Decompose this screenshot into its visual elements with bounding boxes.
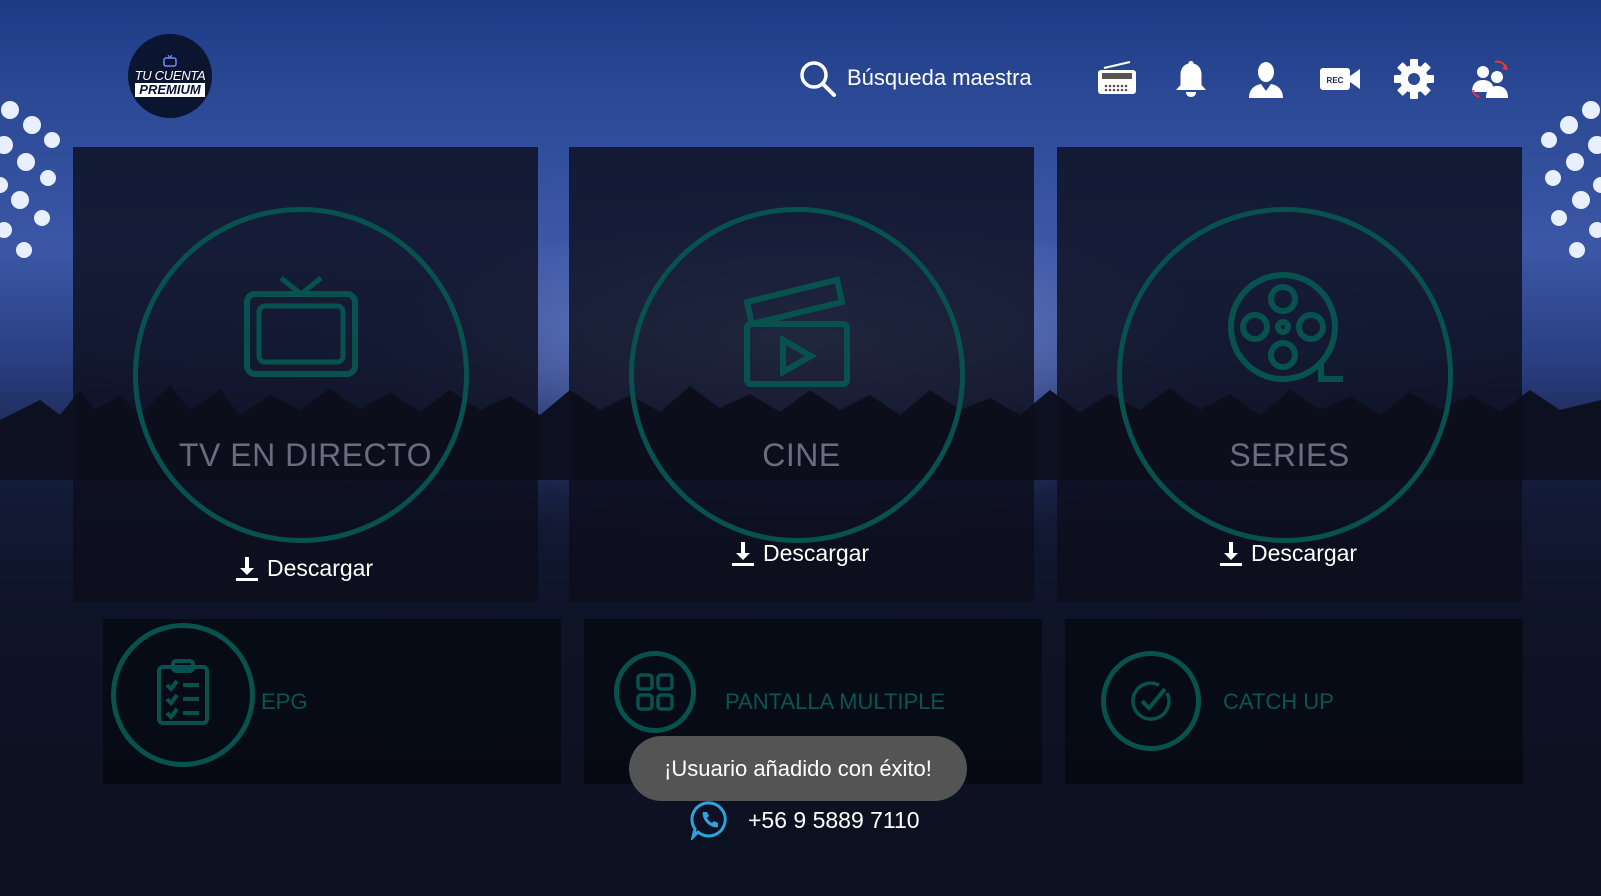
download-button[interactable]: Descargar bbox=[235, 555, 373, 582]
logo-line1: TU CUENTA bbox=[134, 68, 206, 83]
stadium-lights-left bbox=[0, 101, 60, 258]
card-series[interactable]: SERIES Descargar bbox=[1057, 147, 1522, 602]
toast-message: ¡Usuario añadido con éxito! bbox=[629, 736, 967, 801]
search-icon bbox=[800, 61, 836, 97]
profile-button[interactable] bbox=[1243, 56, 1289, 102]
card-cinema[interactable]: CINE Descargar bbox=[569, 147, 1034, 602]
gear-icon bbox=[1394, 59, 1434, 99]
contact-phone[interactable]: +56 9 5889 7110 bbox=[690, 800, 920, 840]
tv-icon bbox=[244, 276, 358, 377]
check-circle-icon bbox=[1131, 681, 1171, 721]
card-label: CATCH UP bbox=[1223, 689, 1334, 714]
download-icon bbox=[1220, 541, 1242, 566]
clapperboard-icon bbox=[743, 276, 850, 387]
svg-text:REC: REC bbox=[1327, 76, 1344, 85]
card-title: TV EN DIRECTO bbox=[178, 437, 433, 473]
whatsapp-icon bbox=[690, 801, 727, 840]
card-title: CINE bbox=[762, 437, 841, 473]
rec-camera-icon: REC bbox=[1320, 68, 1360, 90]
card-live-tv[interactable]: TV EN DIRECTO Descargar bbox=[73, 147, 538, 602]
card-label: PANTALLA MULTIPLE bbox=[725, 689, 946, 714]
bell-icon bbox=[1176, 61, 1206, 97]
switch-user-icon bbox=[1472, 60, 1508, 98]
download-label: Descargar bbox=[267, 555, 374, 581]
user-icon bbox=[1249, 62, 1283, 98]
card-title: SERIES bbox=[1229, 437, 1350, 473]
clipboard-checklist-icon bbox=[157, 659, 209, 725]
notifications-button[interactable] bbox=[1168, 56, 1214, 102]
download-icon bbox=[732, 541, 754, 566]
radio-icon bbox=[1098, 61, 1136, 94]
settings-button[interactable] bbox=[1391, 56, 1437, 102]
logo-line2: PREMIUM bbox=[135, 83, 205, 97]
download-button[interactable]: Descargar bbox=[1219, 540, 1357, 567]
grid-icon bbox=[636, 673, 674, 711]
recordings-button[interactable]: REC bbox=[1317, 56, 1363, 102]
card-label: EPG bbox=[261, 689, 308, 714]
tv-logo-icon bbox=[163, 55, 177, 67]
download-button[interactable]: Descargar bbox=[731, 540, 869, 567]
master-search[interactable]: Búsqueda maestra bbox=[797, 56, 1032, 100]
radio-button[interactable] bbox=[1094, 56, 1140, 102]
phone-number: +56 9 5889 7110 bbox=[748, 806, 920, 833]
film-reel-icon bbox=[1228, 272, 1343, 382]
download-label: Descargar bbox=[763, 540, 870, 566]
card-epg[interactable]: EPG bbox=[103, 619, 561, 784]
card-catchup[interactable]: CATCH UP bbox=[1065, 619, 1523, 784]
download-label: Descargar bbox=[1251, 540, 1358, 566]
switch-user-button[interactable] bbox=[1467, 56, 1513, 102]
download-icon bbox=[236, 556, 258, 581]
app-logo: TU CUENTA PREMIUM bbox=[128, 34, 212, 118]
stadium-lights-right bbox=[1541, 101, 1601, 258]
search-label: Búsqueda maestra bbox=[847, 65, 1032, 90]
